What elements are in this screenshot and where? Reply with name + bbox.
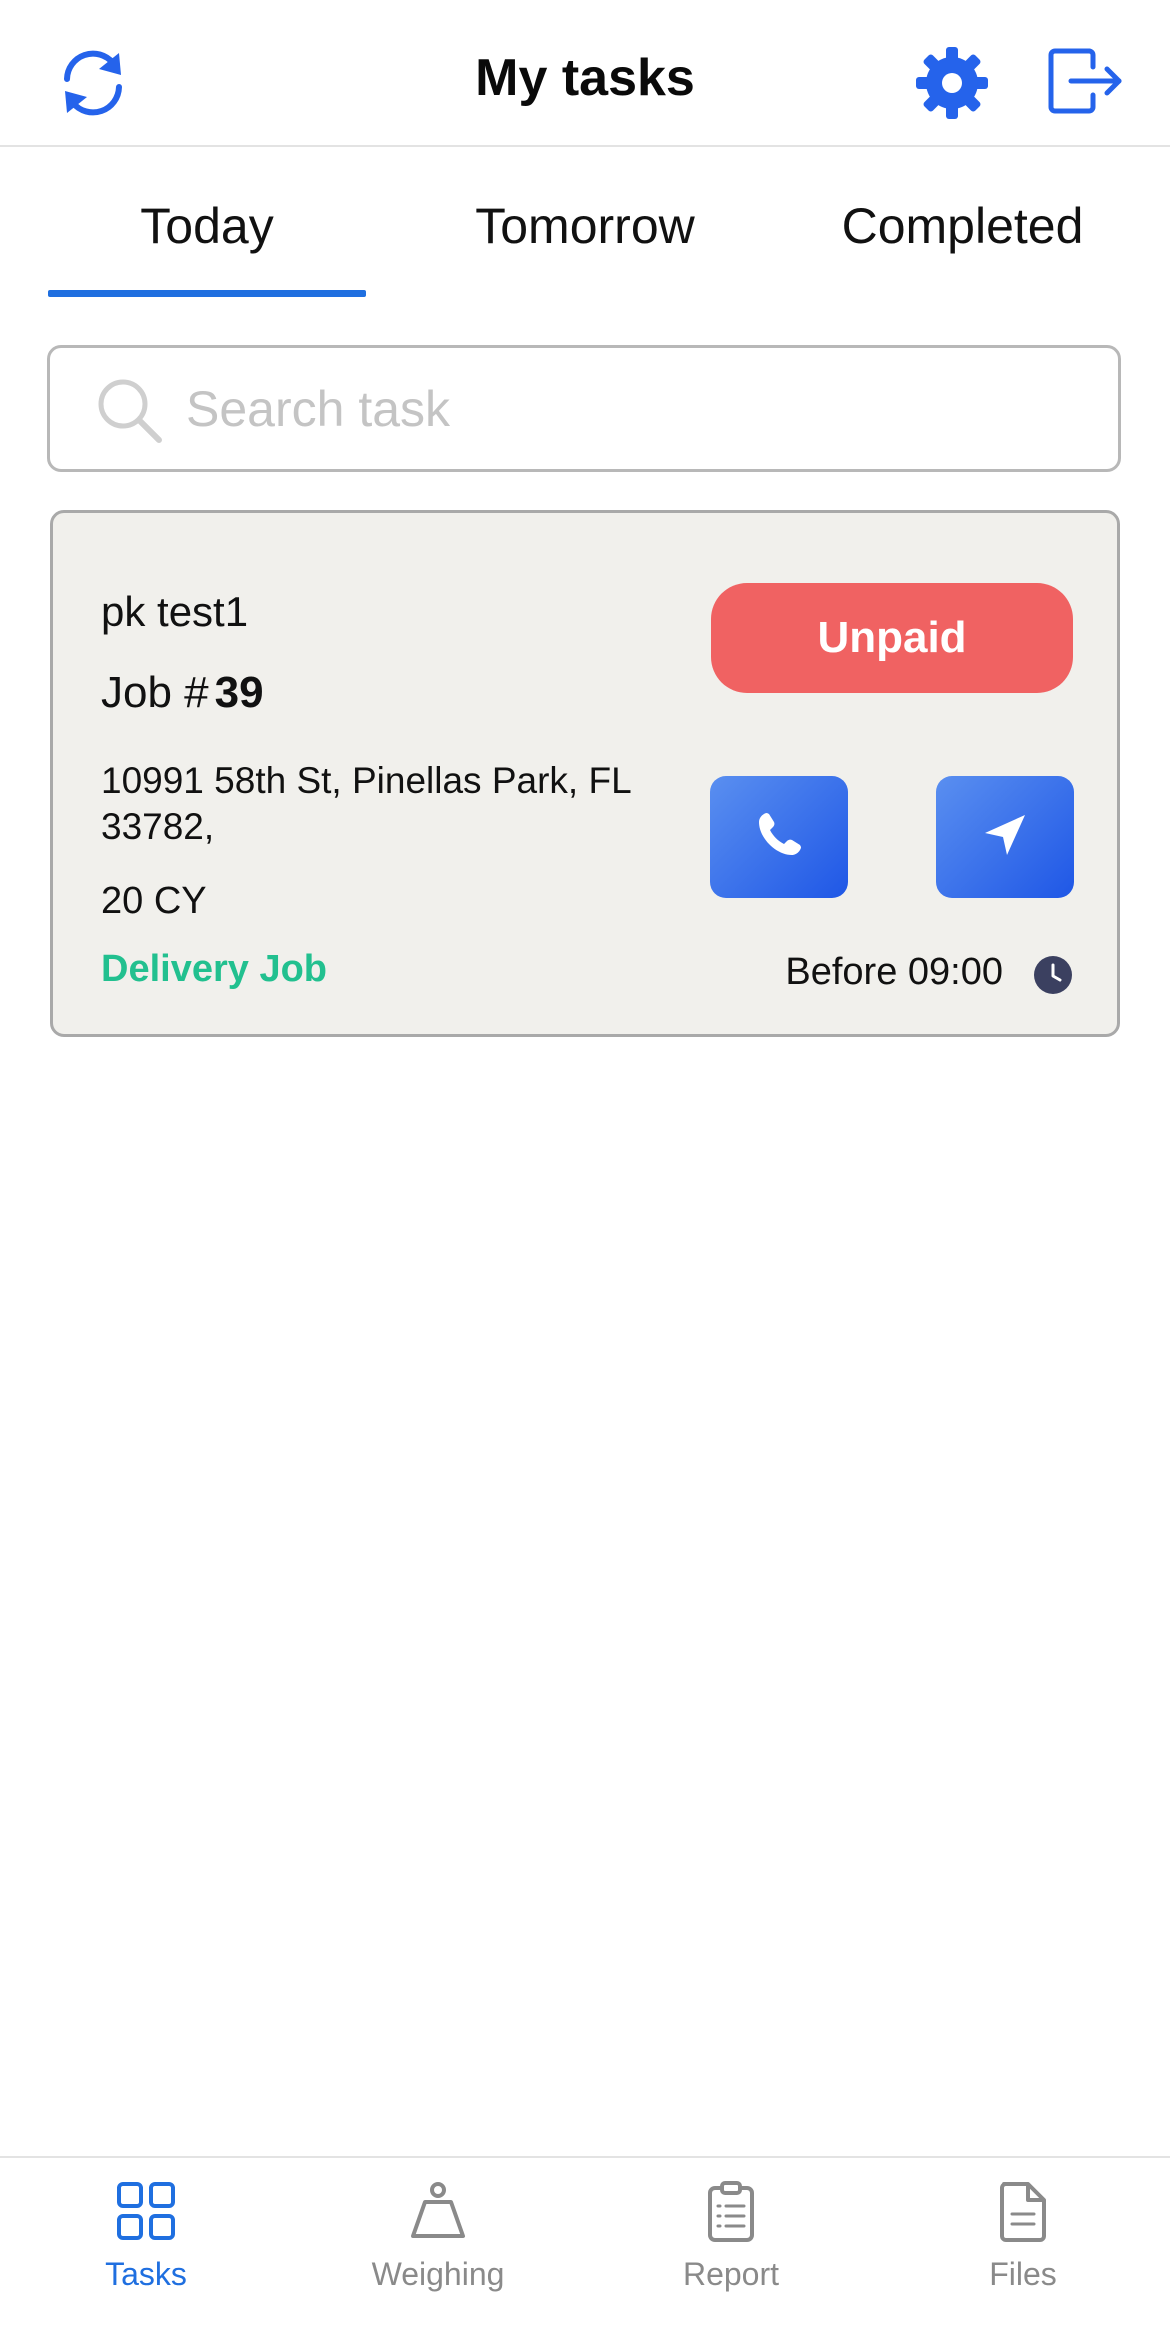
job-address: 10991 58th St, Pinellas Park, FL 33782, — [101, 760, 631, 847]
nav-label: Files — [989, 2256, 1057, 2292]
gear-icon[interactable] — [907, 38, 997, 128]
tab-completed[interactable]: Completed — [800, 197, 1125, 255]
nav-label: Tasks — [105, 2256, 187, 2292]
search-icon — [95, 376, 165, 446]
job-number-line: Job #39 — [101, 668, 264, 718]
weight-icon — [318, 2180, 558, 2242]
nav-files[interactable]: Files — [903, 2180, 1143, 2320]
navigation-arrow-icon — [979, 809, 1031, 866]
job-volume: 20 CY — [101, 880, 207, 922]
navigate-button[interactable] — [936, 776, 1074, 898]
nav-tasks[interactable]: Tasks — [26, 2180, 266, 2320]
job-type: Delivery Job — [101, 948, 327, 990]
search-box[interactable] — [47, 345, 1121, 472]
file-icon — [903, 2180, 1143, 2242]
nav-weighing[interactable]: Weighing — [318, 2180, 558, 2320]
task-card[interactable]: pk test1 Job #39 10991 58th St, Pinellas… — [50, 510, 1120, 1037]
clipboard-icon — [611, 2180, 851, 2242]
grid-icon — [26, 2180, 266, 2242]
active-tab-indicator — [48, 290, 366, 297]
time-text: Before 09:00 — [785, 951, 1003, 993]
nav-label: Report — [682, 2256, 780, 2292]
tab-tomorrow[interactable]: Tomorrow — [420, 197, 750, 255]
call-button[interactable] — [710, 776, 848, 898]
search-input[interactable] — [184, 368, 1088, 450]
logout-icon[interactable] — [1040, 36, 1130, 126]
bottom-nav: Tasks Weighing Report Files — [0, 2156, 1170, 2349]
app-header: My tasks — [0, 0, 1170, 147]
job-label: Job # — [101, 668, 209, 717]
job-number: 39 — [214, 668, 264, 717]
payment-status-button[interactable]: Unpaid — [711, 583, 1073, 693]
nav-label: Weighing — [371, 2256, 505, 2292]
customer-name: pk test1 — [101, 588, 249, 635]
nav-report[interactable]: Report — [611, 2180, 851, 2320]
clock-icon — [1033, 955, 1073, 995]
time-window: Before 09:00 — [753, 943, 1073, 1003]
phone-icon — [753, 809, 805, 866]
task-tabs: Today Tomorrow Completed — [0, 147, 1170, 297]
tab-today[interactable]: Today — [48, 197, 366, 255]
